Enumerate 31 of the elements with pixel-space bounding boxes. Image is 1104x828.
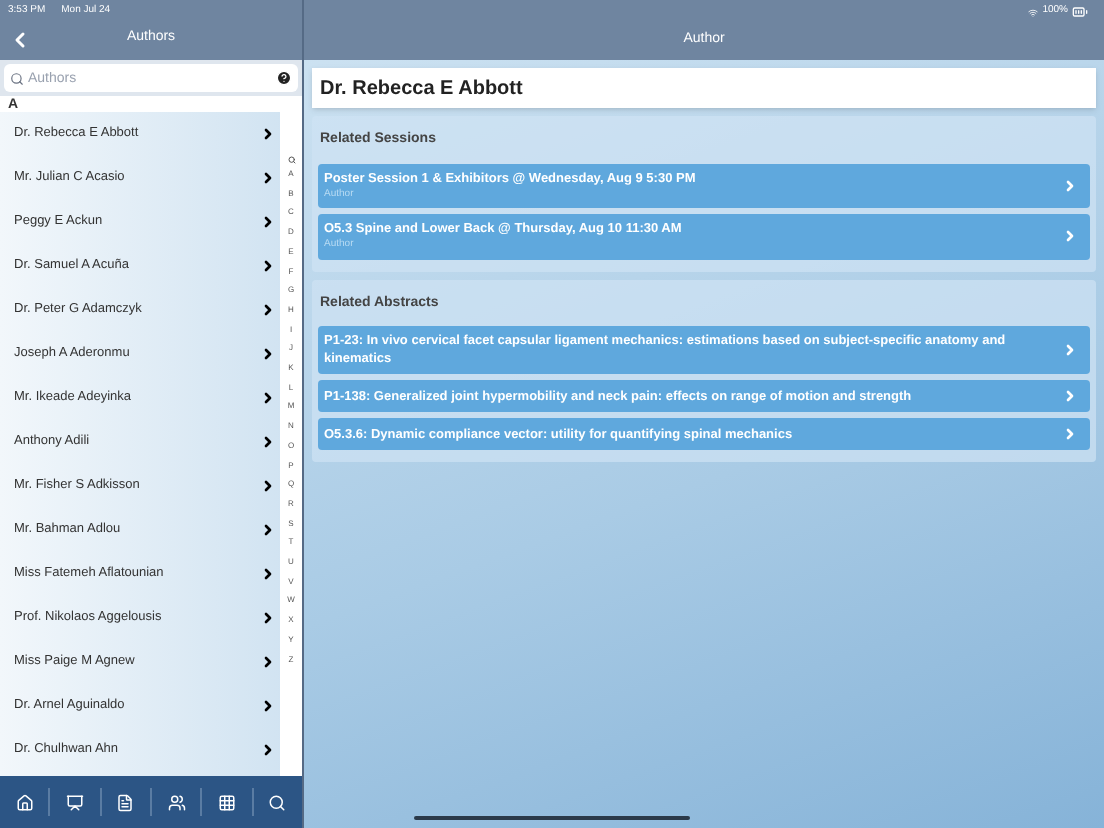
- people-icon: [167, 793, 186, 811]
- grid-icon: [217, 793, 236, 811]
- chevron-icon: [1062, 342, 1078, 358]
- chevron-icon: [260, 434, 276, 450]
- chevron-icon: [260, 610, 276, 626]
- chevron-icon: [260, 346, 276, 362]
- index-search-icon[interactable]: [287, 156, 295, 164]
- chevron-icon: [260, 170, 276, 186]
- chevron-icon: [260, 522, 276, 538]
- chevron-icon: [1062, 426, 1078, 442]
- chevron-icon: [260, 214, 276, 230]
- chevron-icon: [260, 126, 276, 142]
- battery-icon: [1072, 4, 1088, 20]
- chevron-icon: [260, 478, 276, 494]
- document-icon: [116, 793, 135, 811]
- chevron-icon: [260, 390, 276, 406]
- chevron-icon: [1062, 388, 1078, 404]
- home-icon: [15, 793, 34, 811]
- wifi-icon: [1028, 7, 1039, 17]
- chevron-icon: [1062, 177, 1078, 194]
- author-name-card: Dr. Rebecca E Abbott: [312, 68, 1096, 108]
- search-icon: [10, 71, 24, 85]
- chevron-icon: [260, 698, 276, 714]
- chevron-icon: [1062, 228, 1078, 245]
- chevron-icon: [260, 742, 276, 758]
- search-icon: [268, 793, 287, 811]
- presentation-board-icon: [65, 793, 84, 811]
- chevron-icon: [260, 302, 276, 318]
- chevron-icon: [260, 258, 276, 274]
- chevron-icon: [260, 654, 276, 670]
- chevron-icon: [260, 566, 276, 582]
